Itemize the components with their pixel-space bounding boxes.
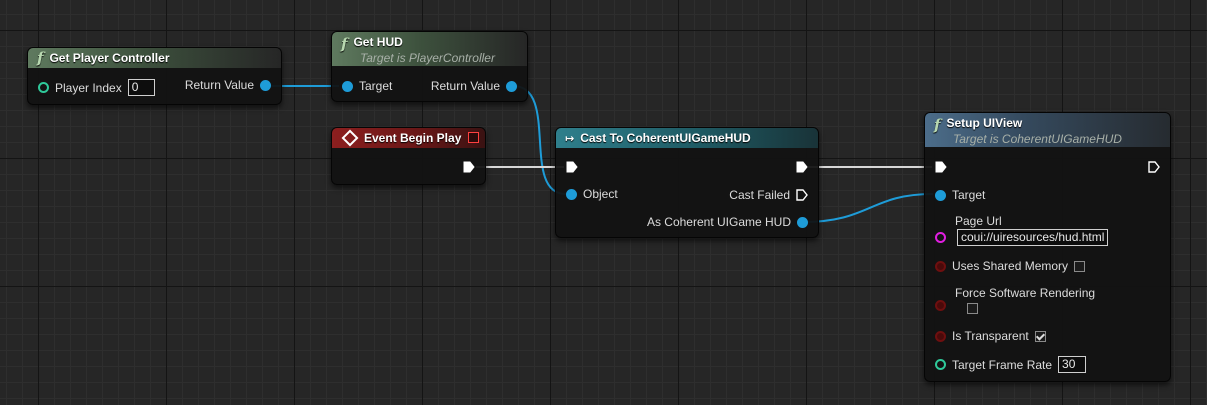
object-pin-icon[interactable]: [935, 189, 946, 201]
bool-pin-icon[interactable]: [935, 260, 946, 272]
wire-cast-to-setup: [802, 193, 934, 223]
event-begin-play-node[interactable]: Event Begin Play: [331, 127, 486, 185]
node-header: Event Begin Play: [332, 128, 485, 148]
node-title: Event Begin Play: [364, 131, 462, 145]
return-value-pin[interactable]: Return Value: [425, 79, 517, 93]
pin-label: Player Index: [55, 80, 122, 95]
target-pin[interactable]: Target: [935, 188, 991, 202]
cast-failed-pin[interactable]: Cast Failed: [723, 188, 808, 202]
pin-label: Uses Shared Memory: [952, 259, 1069, 273]
uses-shared-memory-checkbox[interactable]: [1074, 260, 1086, 272]
exec-out-pin[interactable]: [796, 161, 808, 173]
object-pin-icon[interactable]: [566, 188, 577, 200]
setup-uiview-node[interactable]: f Setup UIView Target is CoherentUIGameH…: [924, 112, 1171, 382]
delegate-pin-icon[interactable]: [468, 132, 479, 143]
pin-label: Force Software Rendering: [955, 286, 1096, 300]
object-pin[interactable]: Object: [566, 187, 624, 201]
force-software-rendering-pin[interactable]: Force Software Rendering: [935, 286, 1101, 314]
uses-shared-memory-pin[interactable]: Uses Shared Memory: [935, 259, 1086, 273]
pin-label: Return Value: [430, 79, 500, 93]
cast-to-node[interactable]: ↦ Cast To CoherentUIGameHUD Object Cast …: [555, 127, 819, 238]
node-title: Setup UIView: [946, 116, 1023, 130]
pin-label: Object: [583, 187, 618, 201]
pin-label: Page Url: [955, 214, 1002, 228]
node-title: Cast To CoherentUIGameHUD: [580, 131, 751, 145]
node-subtitle: Target is CoherentUIGameHUD: [953, 132, 1122, 146]
string-pin-icon[interactable]: [935, 232, 946, 243]
function-icon: f: [341, 35, 348, 53]
exec-pin-icon[interactable]: [566, 161, 578, 173]
player-index-pin[interactable]: Player Index 0: [38, 79, 155, 96]
exec-out-pin[interactable]: [1148, 161, 1160, 173]
pin-label: Return Value: [184, 78, 254, 92]
exec-pin-icon[interactable]: [1148, 161, 1160, 173]
pin-label: Target: [359, 79, 393, 93]
target-pin[interactable]: Target: [342, 79, 398, 93]
object-pin-icon[interactable]: [506, 80, 517, 92]
node-header: f Get HUD Target is PlayerController: [332, 32, 527, 66]
object-pin-icon[interactable]: [797, 216, 808, 228]
is-transparent-pin[interactable]: Is Transparent: [935, 329, 1046, 343]
function-icon: f: [934, 116, 941, 134]
pin-label: As Coherent UIGame HUD: [646, 215, 791, 229]
page-url-pin[interactable]: Page Url coui://uiresources/hud.html: [935, 214, 1109, 246]
is-transparent-checkbox[interactable]: [1034, 330, 1046, 342]
node-subtitle: Target is PlayerController: [360, 51, 495, 65]
target-frame-rate-pin[interactable]: Target Frame Rate 30: [935, 356, 1087, 373]
node-header: f Get Player Controller: [28, 48, 281, 68]
object-pin-icon[interactable]: [342, 80, 353, 92]
node-header: f Setup UIView Target is CoherentUIGameH…: [925, 113, 1170, 147]
pin-label: Target: [952, 188, 986, 202]
pin-label: Cast Failed: [729, 188, 790, 202]
node-header: ↦ Cast To CoherentUIGameHUD: [556, 128, 818, 148]
pin-label: Is Transparent: [952, 329, 1029, 343]
exec-in-pin[interactable]: [566, 161, 578, 173]
target-frame-rate-input[interactable]: 30: [1058, 356, 1087, 373]
force-software-rendering-checkbox[interactable]: [967, 303, 978, 314]
as-coherent-uigame-hud-pin[interactable]: As Coherent UIGame HUD: [641, 215, 808, 229]
cast-arrow-icon: ↦: [565, 132, 575, 145]
exec-pin-icon[interactable]: [935, 161, 947, 173]
object-pin-icon[interactable]: [260, 79, 271, 91]
pin-label: Target Frame Rate: [952, 357, 1053, 372]
int-pin-icon[interactable]: [935, 359, 946, 370]
exec-pin-icon[interactable]: [796, 161, 808, 173]
page-url-input[interactable]: coui://uiresources/hud.html: [957, 229, 1109, 246]
event-diamond-icon: [341, 129, 359, 147]
bool-pin-icon[interactable]: [935, 300, 946, 311]
player-index-input[interactable]: 0: [127, 79, 155, 96]
exec-in-pin[interactable]: [935, 161, 947, 173]
get-hud-node[interactable]: f Get HUD Target is PlayerController Tar…: [331, 31, 528, 102]
exec-pin-icon[interactable]: [796, 189, 808, 201]
exec-out-pin[interactable]: [463, 161, 475, 173]
bool-pin-icon[interactable]: [935, 330, 946, 342]
node-title: Get Player Controller: [49, 51, 170, 65]
node-title: Get HUD: [353, 35, 403, 49]
get-player-controller-node[interactable]: f Get Player Controller Player Index 0 R…: [27, 47, 282, 105]
exec-pin-icon[interactable]: [463, 161, 475, 173]
int-pin-icon[interactable]: [38, 82, 49, 93]
return-value-pin[interactable]: Return Value: [179, 78, 271, 92]
function-icon: f: [37, 49, 44, 67]
